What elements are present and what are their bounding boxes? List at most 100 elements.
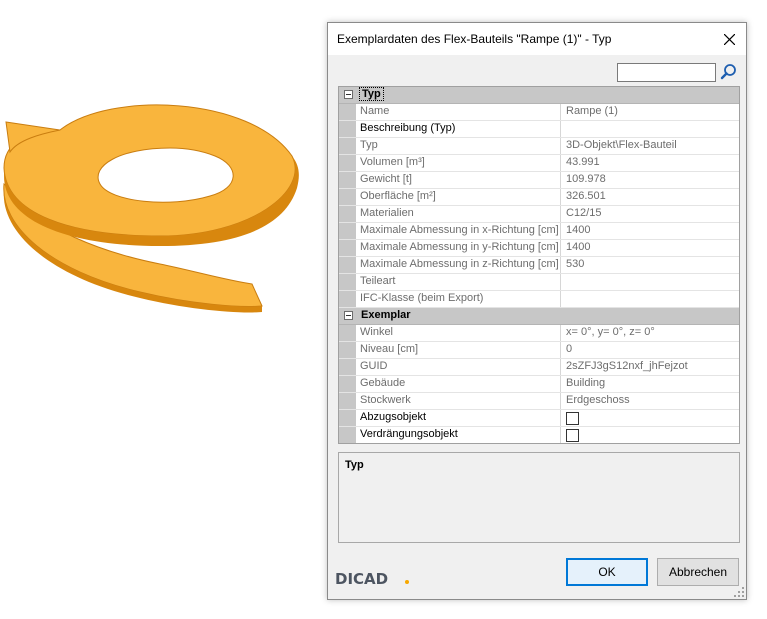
property-name: Niveau [cm] <box>356 342 561 358</box>
property-row[interactable]: Maximale Abmessung in x-Richtung [cm] 140… <box>339 223 739 240</box>
category-label: Exemplar <box>361 309 411 321</box>
description-title: Typ <box>345 459 364 471</box>
property-name: Winkel <box>356 325 561 341</box>
property-row[interactable]: Name Rampe (1) <box>339 104 739 121</box>
property-value: 326.501 <box>566 190 606 202</box>
row-gutter <box>339 376 356 392</box>
property-value: 43.991 <box>566 156 600 168</box>
row-gutter <box>339 410 356 426</box>
property-value <box>561 274 739 290</box>
property-row[interactable]: Oberfläche [m²] 326.501 <box>339 189 739 206</box>
row-gutter <box>339 138 356 154</box>
search-input[interactable] <box>617 63 716 82</box>
row-gutter <box>339 274 356 290</box>
row-gutter <box>339 189 356 205</box>
property-value: x= 0°, y= 0°, z= 0° <box>566 326 655 338</box>
property-row[interactable]: Stockwerk Erdgeschoss <box>339 393 739 410</box>
row-gutter <box>339 291 356 307</box>
dicad-logo: DICAD <box>335 568 415 591</box>
property-name: IFC-Klasse (beim Export) <box>356 291 561 307</box>
property-name: Abzugsobjekt <box>356 410 561 426</box>
row-gutter <box>339 121 356 137</box>
logo-text: DICAD <box>335 570 388 588</box>
property-name: Maximale Abmessung in x-Richtung [cm] <box>356 223 561 239</box>
property-row[interactable]: Niveau [cm] 0 <box>339 342 739 359</box>
property-row[interactable]: Materialien C12/15 <box>339 206 739 223</box>
row-gutter <box>339 325 356 341</box>
description-panel: Typ <box>338 452 740 543</box>
property-row[interactable]: Maximale Abmessung in y-Richtung [cm] 140… <box>339 240 739 257</box>
row-gutter <box>339 393 356 409</box>
property-value: C12/15 <box>566 207 602 219</box>
property-name: Name <box>356 104 561 120</box>
row-gutter <box>339 172 356 188</box>
category-0[interactable]: Typ <box>339 87 739 104</box>
row-gutter <box>339 257 356 273</box>
property-checkbox[interactable] <box>566 429 579 442</box>
property-row[interactable]: Typ 3D-Objekt\Flex-Bauteil <box>339 138 739 155</box>
property-row[interactable]: Beschreibung (Typ) <box>339 121 739 138</box>
property-name: Maximale Abmessung in y-Richtung [cm] <box>356 240 561 256</box>
category-label: Typ <box>359 87 384 101</box>
property-checkbox-cell <box>561 410 739 426</box>
property-value <box>561 291 739 307</box>
ramp-3d-preview <box>3 104 299 313</box>
row-gutter <box>339 342 356 358</box>
property-grid: Typ Name Rampe (1) Beschreibung (Typ) Typ 3D-… <box>338 86 740 444</box>
property-name: Verdrängungsobjekt <box>356 427 561 443</box>
property-name: Typ <box>356 138 561 154</box>
property-row[interactable]: Maximale Abmessung in z-Richtung [cm] 530 <box>339 257 739 274</box>
property-row[interactable]: Volumen [m³] 43.991 <box>339 155 739 172</box>
property-value[interactable] <box>561 121 739 137</box>
property-name: Volumen [m³] <box>356 155 561 171</box>
row-gutter <box>339 104 356 120</box>
collapse-icon[interactable] <box>344 311 353 320</box>
ramp-upper-ring <box>3 104 296 237</box>
row-gutter <box>339 359 356 375</box>
property-row[interactable]: Verdrängungsobjekt <box>339 427 739 443</box>
category-1[interactable]: Exemplar <box>339 308 739 325</box>
property-name: Stockwerk <box>356 393 561 409</box>
property-value: Erdgeschoss <box>566 394 630 406</box>
property-name: GUID <box>356 359 561 375</box>
property-checkbox-cell <box>561 427 739 443</box>
property-row[interactable]: Teileart <box>339 274 739 291</box>
properties-dialog: Exemplardaten des Flex-Bauteils "Rampe (… <box>327 22 747 600</box>
title-bar: Exemplardaten des Flex-Bauteils "Rampe (… <box>328 23 746 55</box>
row-gutter <box>339 427 356 443</box>
property-value: Building <box>566 377 606 389</box>
resize-grip-icon[interactable] <box>734 587 744 597</box>
dialog-title: Exemplardaten des Flex-Bauteils "Rampe (… <box>337 32 612 46</box>
property-value: 3D-Objekt\Flex-Bauteil <box>566 139 677 151</box>
property-value: Rampe (1) <box>566 105 618 117</box>
row-gutter <box>339 240 356 256</box>
close-button[interactable] <box>712 23 746 55</box>
collapse-icon[interactable] <box>344 90 353 99</box>
search-button[interactable] <box>720 63 738 81</box>
row-gutter <box>339 206 356 222</box>
ok-button[interactable]: OK <box>566 558 648 586</box>
property-value: 1400 <box>566 224 591 236</box>
search-icon <box>720 64 736 80</box>
property-name: Gewicht [t] <box>356 172 561 188</box>
property-value: 530 <box>566 258 585 270</box>
property-row[interactable]: Gewicht [t] 109.978 <box>339 172 739 189</box>
property-name: Beschreibung (Typ) <box>356 121 561 137</box>
cancel-button[interactable]: Abbrechen <box>657 558 739 586</box>
property-row[interactable]: GUID 2sZFJ3gS12nxf_jhFejzot <box>339 359 739 376</box>
property-name: Gebäude <box>356 376 561 392</box>
row-gutter <box>339 223 356 239</box>
row-gutter <box>339 155 356 171</box>
property-value: 1400 <box>566 241 591 253</box>
property-row[interactable]: IFC-Klasse (beim Export) <box>339 291 739 308</box>
property-name: Materialien <box>356 206 561 222</box>
property-value: 2sZFJ3gS12nxf_jhFejzot <box>566 360 688 372</box>
property-row[interactable]: Gebäude Building <box>339 376 739 393</box>
property-value: 0 <box>566 343 573 355</box>
property-row[interactable]: Abzugsobjekt <box>339 410 739 427</box>
property-row[interactable]: Winkel x= 0°, y= 0°, z= 0° <box>339 325 739 342</box>
property-name: Teileart <box>356 274 561 290</box>
property-name: Maximale Abmessung in z-Richtung [cm] <box>356 257 561 273</box>
property-checkbox[interactable] <box>566 412 579 425</box>
close-icon <box>723 33 735 45</box>
